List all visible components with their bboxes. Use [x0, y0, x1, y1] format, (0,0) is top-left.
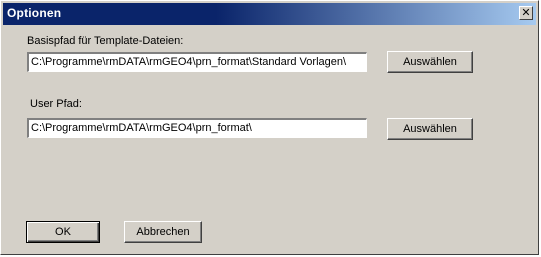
- close-icon: ✕: [521, 6, 531, 19]
- template-path-label: Basispfad für Template-Dateien:: [27, 35, 184, 47]
- title-bar[interactable]: Optionen ✕: [3, 3, 536, 25]
- template-path-browse-button[interactable]: Auswählen: [387, 51, 473, 73]
- cancel-button[interactable]: Abbrechen: [124, 221, 202, 243]
- user-path-field[interactable]: C:\Programme\rmDATA\rmGEO4\prn_format\: [27, 118, 367, 138]
- ok-button[interactable]: OK: [26, 221, 100, 243]
- dialog-title: Optionen: [7, 6, 62, 20]
- options-dialog: Optionen ✕ Basispfad für Template-Dateie…: [0, 0, 539, 255]
- close-button[interactable]: ✕: [519, 6, 533, 20]
- template-path-field[interactable]: C:\Programme\rmDATA\rmGEO4\prn_format\St…: [27, 52, 367, 72]
- user-path-label: User Pfad:: [30, 98, 82, 110]
- user-path-browse-button[interactable]: Auswählen: [387, 118, 473, 140]
